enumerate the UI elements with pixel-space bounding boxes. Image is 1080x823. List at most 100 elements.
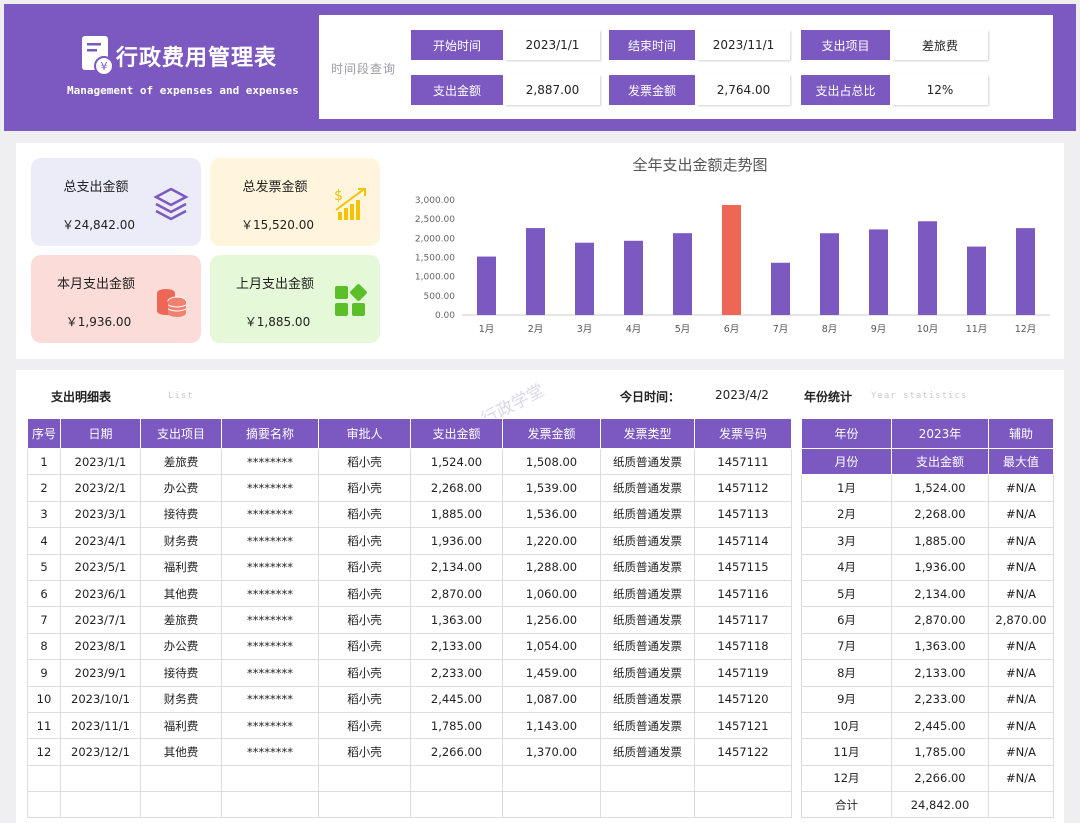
year-cell[interactable]: 2,233.00 bbox=[891, 685, 989, 713]
year-cell[interactable]: #N/A bbox=[988, 764, 1054, 793]
year-cell[interactable]: 合计 bbox=[801, 791, 892, 819]
table-cell[interactable]: 2,134.00 bbox=[410, 553, 503, 581]
table-cell[interactable]: 1,143.00 bbox=[502, 711, 601, 740]
table-cell[interactable]: 2023/4/1 bbox=[60, 527, 141, 555]
year-row[interactable]: 2月 2,268.00 #N/A bbox=[801, 500, 1054, 529]
table-cell[interactable]: 1,508.00 bbox=[502, 447, 601, 476]
year-cell[interactable]: 4月 bbox=[801, 553, 892, 581]
table-cell[interactable] bbox=[318, 791, 411, 819]
table-cell[interactable]: ******** bbox=[221, 527, 319, 555]
table-cell[interactable]: 1457114 bbox=[694, 527, 792, 555]
year-cell[interactable]: 1,524.00 bbox=[891, 474, 989, 502]
table-cell[interactable]: 2,133.00 bbox=[410, 632, 503, 661]
table-row[interactable]: 6 2023/6/1 其他费 ******** 稻小壳 2,870.00 1,060.00 纸… bbox=[27, 579, 792, 608]
table-cell[interactable]: ******** bbox=[221, 606, 319, 634]
table-cell[interactable]: 福利费 bbox=[140, 553, 222, 581]
table-cell[interactable]: 1457120 bbox=[694, 685, 792, 713]
year-cell[interactable]: #N/A bbox=[988, 474, 1054, 502]
year-cell[interactable]: 2,445.00 bbox=[891, 711, 989, 740]
table-row[interactable] bbox=[27, 764, 792, 793]
table-cell[interactable]: 稻小壳 bbox=[318, 579, 411, 608]
year-cell[interactable]: 3月 bbox=[801, 527, 892, 555]
table-cell[interactable]: 稻小壳 bbox=[318, 474, 411, 502]
table-cell[interactable]: 财务费 bbox=[140, 685, 222, 713]
table-cell[interactable]: 1,363.00 bbox=[410, 606, 503, 634]
year-cell[interactable]: 1,936.00 bbox=[891, 553, 989, 581]
table-cell[interactable]: 1,220.00 bbox=[502, 527, 601, 555]
table-cell[interactable]: 12 bbox=[27, 738, 61, 766]
table-cell[interactable]: 10 bbox=[27, 685, 61, 713]
table-cell[interactable]: 纸质普通发票 bbox=[600, 447, 695, 476]
table-cell[interactable]: 2023/6/1 bbox=[60, 579, 141, 608]
year-cell[interactable]: 2,133.00 bbox=[891, 659, 989, 687]
table-cell[interactable]: 2,870.00 bbox=[410, 579, 503, 608]
table-cell[interactable] bbox=[140, 764, 222, 793]
table-cell[interactable]: 纸质普通发票 bbox=[600, 659, 695, 687]
table-cell[interactable] bbox=[140, 791, 222, 819]
table-row[interactable]: 3 2023/3/1 接待费 ******** 稻小壳 1,885.00 1,536.00 纸… bbox=[27, 500, 792, 529]
table-cell[interactable]: 2023/2/1 bbox=[60, 474, 141, 502]
year-row[interactable]: 4月 1,936.00 #N/A bbox=[801, 553, 1054, 581]
year-cell[interactable]: 2月 bbox=[801, 500, 892, 529]
year-row[interactable]: 12月 2,266.00 #N/A bbox=[801, 764, 1054, 793]
table-cell[interactable]: 纸质普通发票 bbox=[600, 685, 695, 713]
table-row[interactable]: 12 2023/12/1 其他费 ******** 稻小壳 2,266.00 1,370.0… bbox=[27, 738, 792, 766]
table-cell[interactable]: 2023/10/1 bbox=[60, 685, 141, 713]
year-cell[interactable]: 2,870.00 bbox=[891, 606, 989, 634]
table-cell[interactable]: 2023/5/1 bbox=[60, 553, 141, 581]
year-row[interactable]: 11月 1,785.00 #N/A bbox=[801, 738, 1054, 766]
table-cell[interactable]: 2023/11/1 bbox=[60, 711, 141, 740]
table-cell[interactable]: ******** bbox=[221, 632, 319, 661]
table-cell[interactable]: 3 bbox=[27, 500, 61, 529]
table-cell[interactable] bbox=[502, 764, 601, 793]
table-cell[interactable]: ******** bbox=[221, 500, 319, 529]
table-cell[interactable]: 稻小壳 bbox=[318, 738, 411, 766]
table-cell[interactable]: 差旅费 bbox=[140, 606, 222, 634]
year-cell[interactable]: 1,363.00 bbox=[891, 632, 989, 661]
table-cell[interactable]: 8 bbox=[27, 632, 61, 661]
year-cell[interactable]: 24,842.00 bbox=[891, 791, 989, 819]
year-row[interactable]: 9月 2,233.00 #N/A bbox=[801, 685, 1054, 713]
year-cell[interactable]: #N/A bbox=[988, 553, 1054, 581]
start-time-input[interactable]: 2023/1/1 bbox=[505, 30, 600, 60]
year-cell[interactable]: 11月 bbox=[801, 738, 892, 766]
year-cell[interactable]: 1,785.00 bbox=[891, 738, 989, 766]
year-row[interactable]: 合计 24,842.00 bbox=[801, 791, 1054, 819]
table-cell[interactable]: 2023/8/1 bbox=[60, 632, 141, 661]
year-row[interactable]: 1月 1,524.00 #N/A bbox=[801, 474, 1054, 502]
table-cell[interactable]: 1,087.00 bbox=[502, 685, 601, 713]
table-cell[interactable] bbox=[221, 764, 319, 793]
year-cell[interactable]: #N/A bbox=[988, 685, 1054, 713]
table-cell[interactable]: 其他费 bbox=[140, 738, 222, 766]
table-cell[interactable] bbox=[60, 764, 141, 793]
table-row[interactable]: 11 2023/11/1 福利费 ******** 稻小壳 1,785.00 1,143.0… bbox=[27, 711, 792, 740]
table-cell[interactable] bbox=[694, 764, 792, 793]
table-cell[interactable]: 1 bbox=[27, 447, 61, 476]
table-cell[interactable]: 1,536.00 bbox=[502, 500, 601, 529]
table-cell[interactable] bbox=[27, 764, 61, 793]
table-row[interactable]: 4 2023/4/1 财务费 ******** 稻小壳 1,936.00 1,220.00 纸… bbox=[27, 527, 792, 555]
year-cell[interactable]: #N/A bbox=[988, 738, 1054, 766]
table-cell[interactable] bbox=[410, 764, 503, 793]
end-time-input[interactable]: 2023/11/1 bbox=[697, 30, 790, 60]
year-cell[interactable]: 6月 bbox=[801, 606, 892, 634]
table-cell[interactable]: 1457117 bbox=[694, 606, 792, 634]
table-cell[interactable]: ******** bbox=[221, 447, 319, 476]
table-row[interactable]: 10 2023/10/1 财务费 ******** 稻小壳 2,445.00 1,087.0… bbox=[27, 685, 792, 713]
year-cell[interactable]: #N/A bbox=[988, 579, 1054, 608]
table-cell[interactable]: 2023/1/1 bbox=[60, 447, 141, 476]
table-cell[interactable]: 其他费 bbox=[140, 579, 222, 608]
table-cell[interactable]: 财务费 bbox=[140, 527, 222, 555]
table-cell[interactable]: 1457115 bbox=[694, 553, 792, 581]
table-cell[interactable] bbox=[600, 764, 695, 793]
table-cell[interactable]: 纸质普通发票 bbox=[600, 474, 695, 502]
table-cell[interactable]: 1,785.00 bbox=[410, 711, 503, 740]
table-cell[interactable]: ******** bbox=[221, 738, 319, 766]
table-cell[interactable]: 2023/9/1 bbox=[60, 659, 141, 687]
year-cell[interactable]: 1月 bbox=[801, 474, 892, 502]
table-cell[interactable]: 1457116 bbox=[694, 579, 792, 608]
year-cell[interactable] bbox=[988, 791, 1054, 819]
table-cell[interactable]: 1,524.00 bbox=[410, 447, 503, 476]
table-cell[interactable]: 稻小壳 bbox=[318, 553, 411, 581]
table-cell[interactable]: 1457122 bbox=[694, 738, 792, 766]
